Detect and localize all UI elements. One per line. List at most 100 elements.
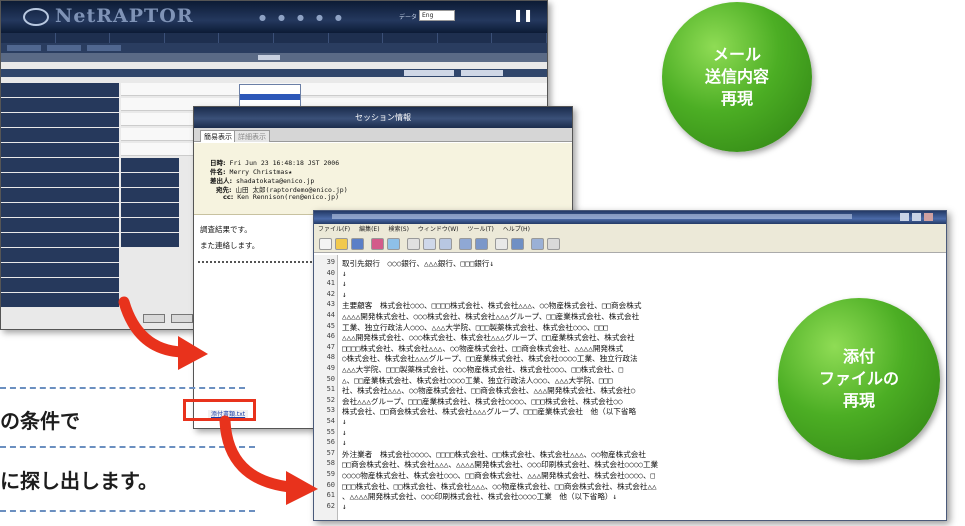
text-line: ↓ [342, 279, 347, 289]
cut-icon[interactable] [407, 238, 420, 250]
text-line: ↓ [342, 427, 347, 437]
netraptor-header: NetRAPTOR ●●●●● データ Eng ❚❚ [1, 1, 547, 33]
text-line: 主要顧客 株式会社○○○、□□□□株式会社、株式会社△△△、○○物産株式会社、□… [342, 301, 642, 311]
attachment-highlight-box [183, 399, 256, 421]
tab-detail-view[interactable]: 詳細表示 [234, 130, 270, 142]
viewer-toolbar [314, 235, 946, 253]
form-sublabel [121, 188, 179, 202]
form-row-label [1, 83, 119, 97]
redo-icon[interactable] [475, 238, 488, 250]
form-row-label [1, 203, 119, 217]
line-number: 52 [326, 395, 335, 404]
line-number: 41 [326, 279, 335, 288]
language-select[interactable]: Eng [419, 10, 455, 21]
menu-file[interactable]: ファイル(F) [318, 226, 350, 233]
form-row-label [1, 113, 119, 127]
menu-window[interactable]: ウィンドウ(W) [418, 226, 459, 233]
open-folder-icon[interactable] [335, 238, 348, 250]
app-title: NetRAPTOR [55, 5, 194, 27]
form-row-label [1, 188, 119, 202]
text-line: ↓ [342, 438, 347, 448]
date-to-field[interactable] [461, 70, 503, 76]
form-row-field[interactable] [121, 83, 547, 96]
cc-value: Ken Rennison(ren@enico.jp) [237, 193, 339, 201]
viewer-title-path [332, 214, 852, 219]
paste-icon[interactable] [439, 238, 452, 250]
text-line: 株式会社、□□商会株式会社、株式会社△△△グループ、□□□産業株式会社 他（以下… [342, 407, 637, 417]
new-file-icon[interactable] [319, 238, 332, 250]
mail-body-line: 調査結果です。 [200, 225, 252, 234]
text-line: △、□□産業株式会社、株式会社○○○○工業、独立行政法人○○○、△△△大学院、□… [342, 375, 613, 385]
body-dotted-line [198, 261, 328, 264]
maximize-icon[interactable] [912, 213, 921, 221]
line-number: 48 [326, 353, 335, 362]
pause-icon[interactable]: ❚❚ [513, 8, 533, 22]
line-number: 58 [326, 459, 335, 468]
search-icon[interactable] [495, 238, 508, 250]
header-dots: ●●●●● [259, 13, 354, 22]
line-number: 47 [326, 342, 335, 351]
line-number: 50 [326, 374, 335, 383]
text-line: ↓ [342, 268, 347, 278]
text-line: □□□□株式会社、株式会社△△△、○○物産株式会社、□□商会株式会社、△△△△開… [342, 343, 624, 353]
line-number: 43 [326, 300, 335, 309]
form-row-label [1, 248, 119, 262]
preview-icon[interactable] [387, 238, 400, 250]
line-number: 42 [326, 289, 335, 298]
line-number: 39 [326, 258, 335, 266]
line-number: 45 [326, 321, 335, 330]
line-number: 55 [326, 427, 335, 436]
text-line: 、△△△△開発株式会社、○○○印刷株式会社、株式会社○○○○工業 他（以下省略）… [342, 492, 618, 502]
line-number: 60 [326, 480, 335, 489]
text-line: 会社△△△グループ、□□□産業株式会社、株式会社○○○○、□□□株式会社、株式会… [342, 396, 623, 406]
date-from-field[interactable] [404, 70, 454, 76]
text-line: □□商会株式会社、株式会社△△△、△△△△開発株式会社、○○○印刷株式会社、株式… [342, 460, 659, 470]
form-row-label [1, 218, 119, 232]
close-icon[interactable] [924, 213, 933, 221]
bubble-line: ファイルの [818, 369, 899, 388]
menu-search[interactable]: 検索(S) [388, 226, 409, 233]
print-icon[interactable] [371, 238, 384, 250]
settings-icon[interactable] [547, 238, 560, 250]
language-label: データ [399, 14, 418, 21]
tab-simple-view[interactable]: 簡易表示 [200, 130, 236, 142]
caption-line-2: に探し出します。 [0, 469, 158, 493]
bubble-line: 再現 [720, 89, 753, 108]
form-sublabel [121, 158, 179, 172]
form-row-label [1, 293, 119, 307]
bubble-line: メール [712, 45, 761, 64]
viewer-menu-bar: ファイル(F) 編集(E) 検索(S) ウィンドウ(W) ツール(T) ヘルプ(… [314, 224, 946, 235]
form-row-label [1, 143, 119, 157]
replace-icon[interactable] [511, 238, 524, 250]
bubble-mail-reproduction: メール 送信内容 再現 [662, 2, 812, 152]
arrow-to-viewer [219, 415, 296, 493]
text-line: 社、株式会社△△△、○○物産株式会社、□□商会株式会社、△△△開発株式会社、株式… [342, 386, 636, 396]
window-icon[interactable] [531, 238, 544, 250]
netraptor-logo-icon [23, 8, 49, 26]
section-bar [1, 53, 547, 62]
form-row-label [1, 278, 119, 292]
minimize-icon[interactable] [900, 213, 909, 221]
save-icon[interactable] [351, 238, 364, 250]
clear-button[interactable] [171, 314, 193, 323]
search-button[interactable] [143, 314, 165, 323]
menu-edit[interactable]: 編集(E) [359, 226, 379, 233]
text-line: △△△△開発株式会社、○○○株式会社、株式会社△△△グループ、□□産業株式会社、… [342, 312, 640, 321]
text-line: ↓ [342, 289, 347, 299]
line-number: 46 [326, 332, 335, 341]
main-menu[interactable] [1, 33, 547, 43]
copy-icon[interactable] [423, 238, 436, 250]
text-line: △△△大学院、□□□製薬株式会社、○○○物産株式会社、株式会社○○○、□□株式会… [342, 365, 624, 374]
caption-divider [0, 510, 255, 512]
form-sublabel [121, 218, 179, 232]
menu-help[interactable]: ヘルプ(H) [503, 226, 530, 233]
bubble-line: 再現 [842, 391, 875, 410]
sub-menu[interactable] [1, 43, 547, 53]
session-window-title: セッション情報 [194, 107, 572, 128]
line-number: 51 [326, 385, 335, 394]
menu-tools[interactable]: ツール(T) [467, 226, 493, 233]
form-sublabel [121, 173, 179, 187]
undo-icon[interactable] [459, 238, 472, 250]
line-number: 54 [326, 417, 335, 425]
line-number: 62 [326, 501, 335, 510]
